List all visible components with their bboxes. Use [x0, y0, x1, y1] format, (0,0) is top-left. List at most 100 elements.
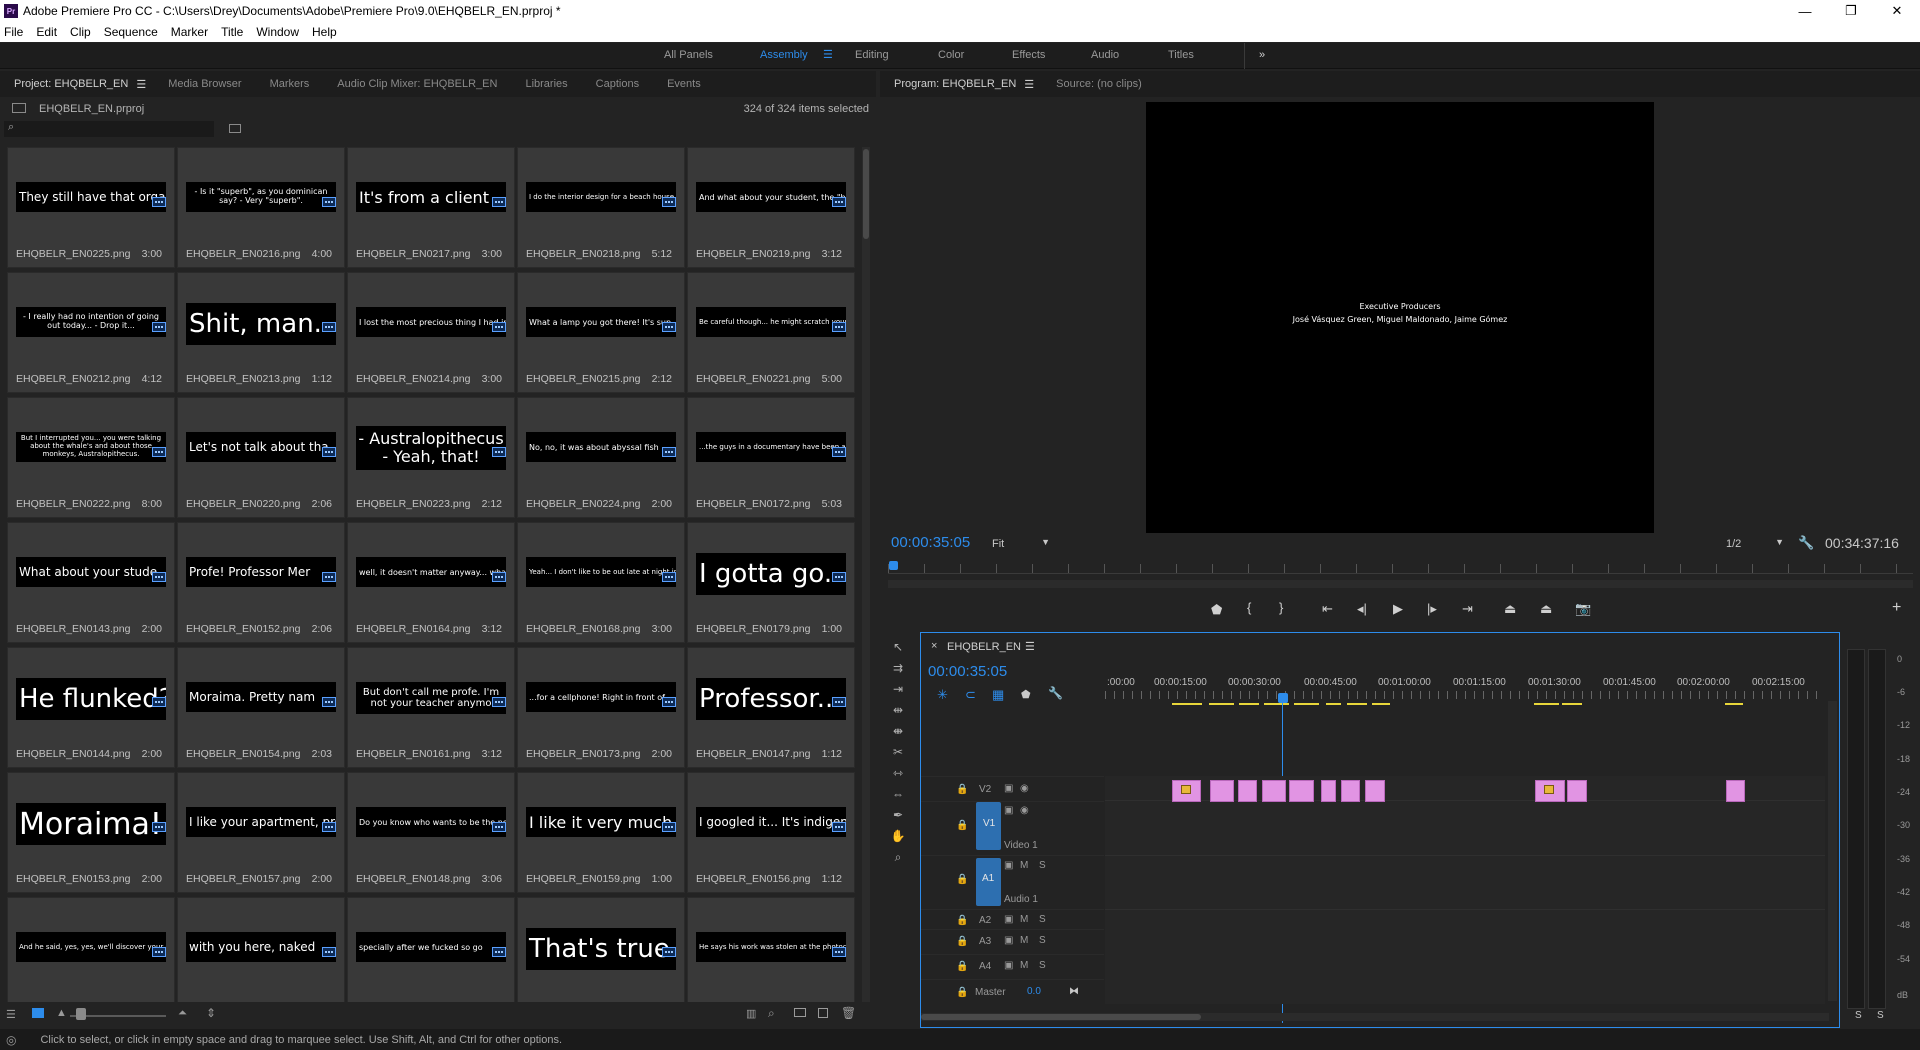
menu-title[interactable]: Title: [221, 25, 243, 39]
extract-icon[interactable]: ⏏: [1540, 601, 1552, 617]
mark-out-icon[interactable]: }: [1279, 600, 1283, 615]
add-marker-icon[interactable]: ⬟: [1211, 602, 1222, 618]
timeline-clip[interactable]: [1365, 780, 1385, 802]
project-item[interactable]: Moraima. Pretty nam EHQBELR_EN0154.png 2:0…: [177, 647, 345, 768]
tab-audio-clip-mixer[interactable]: Audio Clip Mixer: EHQBELR_EN: [323, 78, 511, 90]
track-lanes[interactable]: [1105, 776, 1825, 1004]
new-bin-bottom-icon[interactable]: [794, 1008, 806, 1017]
timeline-settings-icon[interactable]: 🔧: [1048, 686, 1063, 700]
fit-dropdown[interactable]: Fit ▼: [992, 536, 1050, 552]
project-item[interactable]: ...for a cellphone! Right in front of EHQ…: [517, 647, 685, 768]
project-item[interactable]: Yeah... I don't like to be out late at n…: [517, 522, 685, 643]
sync-lock-icon[interactable]: ▣: [1004, 935, 1013, 946]
menu-clip[interactable]: Clip: [70, 25, 91, 39]
master-volume-value[interactable]: 0.0: [1027, 986, 1041, 997]
button-editor-icon[interactable]: +: [1892, 599, 1901, 617]
timeline-hscroll-thumb[interactable]: [921, 1014, 1201, 1020]
wrench-icon[interactable]: 🔧: [1798, 535, 1814, 551]
meter-solo-right[interactable]: S: [1877, 1010, 1884, 1021]
go-to-in-icon[interactable]: ⇤: [1322, 601, 1333, 617]
mute-button[interactable]: M: [1020, 860, 1028, 871]
tab-markers[interactable]: Markers: [256, 78, 324, 90]
sync-lock-icon[interactable]: ▣: [1004, 860, 1013, 871]
maximize-button[interactable]: ❐: [1828, 0, 1874, 22]
workspace-all-panels[interactable]: All Panels: [664, 49, 713, 61]
project-item[interactable]: I like your apartment, pro EHQBELR_EN0157…: [177, 772, 345, 893]
go-to-edit-point-icon[interactable]: ⧓: [1069, 986, 1079, 997]
timeline-clip[interactable]: [1238, 780, 1257, 802]
tab-source[interactable]: Source: (no clips): [1042, 78, 1156, 90]
eye-icon[interactable]: ◉: [1020, 805, 1029, 816]
monitor-zoom-bar[interactable]: [888, 580, 1913, 588]
sync-lock-icon[interactable]: ▣: [1004, 914, 1013, 925]
playhead-timecode[interactable]: 00:00:35:05: [891, 534, 970, 551]
slide-tool-icon[interactable]: ⇔: [890, 787, 906, 803]
lock-icon[interactable]: 🔒: [956, 961, 968, 972]
project-item[interactable]: He flunked? EHQBELR_EN0144.png 2:00: [7, 647, 175, 768]
snap-icon[interactable]: ⊂: [965, 687, 976, 703]
export-frame-icon[interactable]: 📷: [1575, 601, 1591, 617]
lock-icon[interactable]: 🔒: [956, 874, 968, 885]
workspace-editing[interactable]: Editing: [855, 49, 889, 61]
monitor-playhead[interactable]: [889, 561, 898, 570]
menu-window[interactable]: Window: [256, 25, 299, 39]
monitor-time-ruler[interactable]: [888, 564, 1913, 574]
v1-source-patch[interactable]: V1: [976, 802, 1001, 850]
sequence-menu-icon[interactable]: ☰: [1025, 640, 1035, 653]
search-input[interactable]: ⌕: [4, 121, 214, 137]
project-item[interactable]: specially after we fucked so go: [347, 897, 515, 1002]
project-item[interactable]: It's from a client EHQBELR_EN0217.png 3:00: [347, 147, 515, 268]
workspace-titles[interactable]: Titles: [1168, 49, 1194, 61]
workspace-menu-icon[interactable]: ☰: [823, 48, 833, 61]
workspace-assembly[interactable]: Assembly: [760, 49, 808, 61]
linked-selection-icon[interactable]: ▦: [992, 687, 1004, 703]
project-item[interactable]: ...the guys in a documentary have been a…: [687, 397, 855, 518]
new-bin-icon[interactable]: [229, 124, 241, 133]
razor-tool-icon[interactable]: ✂: [890, 745, 906, 761]
workspace-overflow-icon[interactable]: »: [1259, 49, 1265, 61]
project-item[interactable]: Professor... EHQBELR_EN0147.png 1:12: [687, 647, 855, 768]
project-item[interactable]: Profe! Professor Mer EHQBELR_EN0152.png 2:…: [177, 522, 345, 643]
selection-tool-icon[interactable]: ↖: [890, 640, 906, 656]
menu-file[interactable]: File: [4, 25, 23, 39]
workspace-color[interactable]: Color: [938, 49, 964, 61]
tab-project[interactable]: Project: EHQBELR_EN: [0, 78, 142, 90]
sequence-tab[interactable]: EHQBELR_EN: [947, 641, 1021, 653]
mute-button[interactable]: M: [1020, 935, 1028, 946]
project-item[interactable]: well, it doesn't matter anyway... whate E…: [347, 522, 515, 643]
project-item[interactable]: But I interrupted you... you were talkin…: [7, 397, 175, 518]
project-item[interactable]: And he said, yes, yes, we'll discover yo…: [7, 897, 175, 1002]
lift-icon[interactable]: ⏏: [1504, 601, 1516, 617]
add-marker-icon[interactable]: ⬟: [1021, 688, 1031, 701]
tab-events[interactable]: Events: [653, 78, 715, 90]
menu-edit[interactable]: Edit: [36, 25, 57, 39]
solo-button[interactable]: S: [1039, 914, 1046, 925]
eye-icon[interactable]: ◉: [1020, 783, 1029, 794]
tab-captions[interactable]: Captions: [582, 78, 653, 90]
lock-icon[interactable]: 🔒: [956, 987, 968, 998]
list-view-icon[interactable]: ☰: [6, 1008, 16, 1021]
project-item[interactable]: They still have that orga EHQBELR_EN0225.…: [7, 147, 175, 268]
project-item[interactable]: Let's not talk about tha EHQBELR_EN0220.p…: [177, 397, 345, 518]
freeform-view-icon[interactable]: ▲: [56, 1007, 67, 1019]
mark-in-icon[interactable]: {: [1247, 600, 1251, 615]
program-video-frame[interactable]: Executive Producers José Vásquez Green, …: [1146, 102, 1654, 533]
timeline-ruler[interactable]: [1105, 691, 1825, 699]
project-item[interactable]: No, no, it was about abyssal fish EHQBELR…: [517, 397, 685, 518]
menu-help[interactable]: Help: [312, 25, 337, 39]
project-item[interactable]: - I really had no intention of going out…: [7, 272, 175, 393]
project-item[interactable]: I gotta go. EHQBELR_EN0179.png 1:00: [687, 522, 855, 643]
close-sequence-icon[interactable]: ×: [931, 640, 937, 652]
minimize-button[interactable]: —: [1782, 0, 1828, 22]
project-item[interactable]: Shit, man. EHQBELR_EN0213.png 1:12: [177, 272, 345, 393]
timeline-clip[interactable]: [1172, 780, 1201, 802]
project-item[interactable]: I googled it... It's indigenou EHQBELR_EN…: [687, 772, 855, 893]
mute-button[interactable]: M: [1020, 914, 1028, 925]
tab-media-browser[interactable]: Media Browser: [154, 78, 255, 90]
new-item-icon[interactable]: [818, 1008, 828, 1018]
project-item[interactable]: And what about your student, the "bro EHQ…: [687, 147, 855, 268]
lock-icon[interactable]: 🔒: [956, 820, 968, 831]
timeline-vscroll[interactable]: [1828, 701, 1837, 1001]
step-back-icon[interactable]: ◂|: [1357, 601, 1367, 617]
a1-source-patch[interactable]: A1: [976, 858, 1001, 906]
